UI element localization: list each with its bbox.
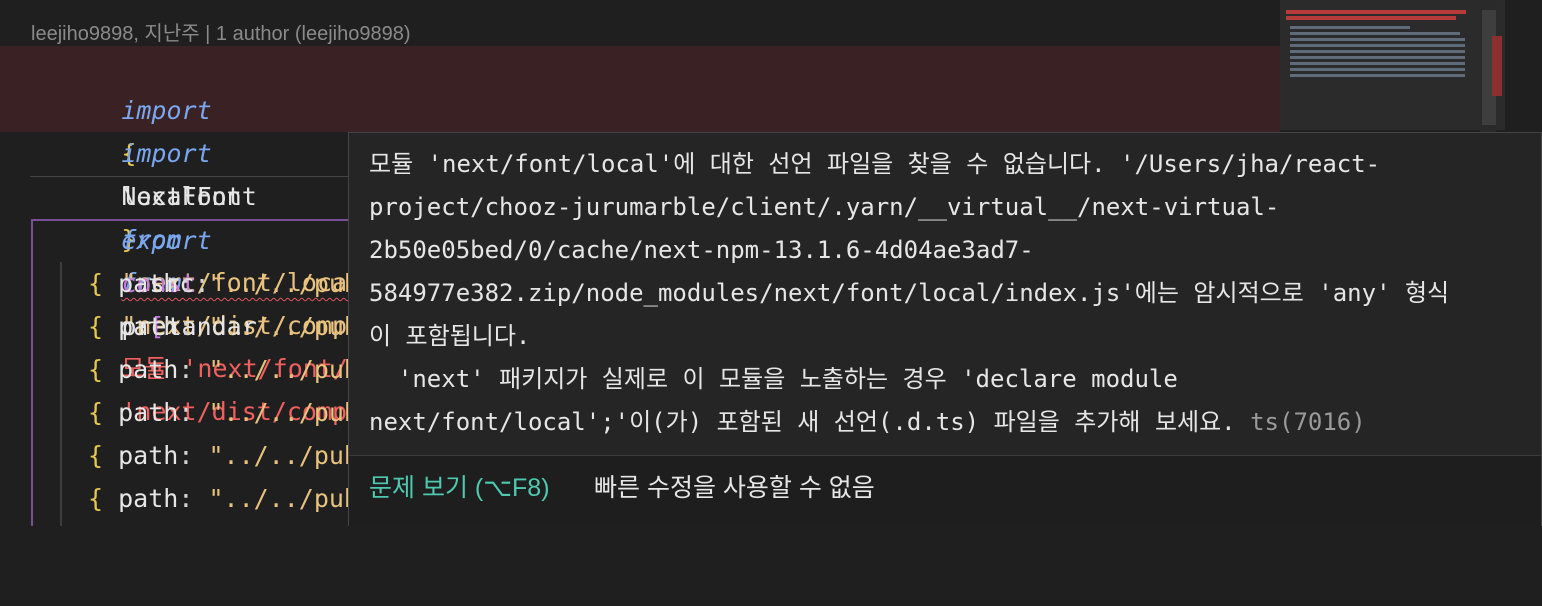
minimap-row (1290, 50, 1465, 53)
property-path: path (118, 269, 179, 298)
brace: { (88, 312, 104, 341)
brace: { (88, 269, 104, 298)
hover-message-line: 이 포함됩니다. (369, 322, 531, 350)
property-path: path (118, 484, 179, 513)
path-string: "../../pub (208, 312, 359, 341)
hover-message-line: 2b50e05bed/0/cache/next-npm-13.1.6-4d04a… (369, 236, 1034, 264)
path-string: "../../pub (208, 441, 359, 470)
ts-error-code: ts(7016) (1250, 408, 1366, 436)
code-line-5[interactable]: src: [ (0, 219, 209, 341)
property-path: path (118, 398, 179, 427)
minimap-row (1290, 62, 1465, 65)
hover-message: 모듈 'next/font/local'에 대한 선언 파일을 찾을 수 없습니… (369, 143, 1529, 444)
colon: : (178, 355, 194, 384)
minimap-row (1290, 38, 1465, 41)
colon: : (178, 269, 194, 298)
path-string: "../../pub (208, 355, 359, 384)
code-line-path[interactable]: { path: "../../pub (0, 434, 359, 477)
brace: { (88, 441, 104, 470)
brace: { (88, 355, 104, 384)
path-string: "../../pub (208, 484, 359, 513)
error-hover-popup: 모듈 'next/font/local'에 대한 선언 파일을 찾을 수 없습니… (348, 132, 1542, 526)
minimap-row (1290, 44, 1465, 47)
code-line-path[interactable]: { path: "../../pub (0, 477, 359, 520)
minimap-error-row (1286, 16, 1456, 20)
hover-message-line: project/chooz-jurumarble/client/.yarn/__… (369, 193, 1280, 221)
hover-message-text: next/font/local';'이(가) 포함된 새 선언(.d.ts) 파… (369, 408, 1251, 436)
colon: : (178, 398, 194, 427)
brace: { (88, 398, 104, 427)
code-line-path[interactable]: { path: "../../pub (0, 391, 359, 434)
path-string: "../../pub (208, 269, 359, 298)
code-line-1[interactable]: import { NextFont } from "next/dist/comp… (0, 46, 603, 426)
hover-status-bar: 문제 보기 (⌥F8) 빠른 수정을 사용할 수 없음 (349, 455, 1541, 526)
path-string: "../../pub (208, 398, 359, 427)
colon: : (178, 484, 194, 513)
minimap-row (1290, 26, 1410, 29)
code-line-path[interactable]: { path: "../../pub (0, 305, 359, 348)
no-quick-fix-label: 빠른 수정을 사용할 수 없음 (594, 474, 875, 502)
keyword-import: import (121, 139, 212, 168)
view-problem-link[interactable]: 문제 보기 (⌥F8) (369, 468, 550, 504)
hover-message-line: 모듈 'next/font/local'에 대한 선언 파일을 찾을 수 없습니… (369, 150, 1381, 178)
minimap-row (1290, 68, 1465, 71)
minimap-row (1290, 56, 1465, 59)
hover-message-line: 'next' 패키지가 실제로 이 모듈을 노출하는 경우 'declare m… (369, 365, 1178, 393)
scrollbar-error-marker (1492, 36, 1502, 96)
brace: { (88, 484, 104, 513)
colon: : (178, 312, 194, 341)
hover-message-line: next/font/local';'이(가) 포함된 새 선언(.d.ts) 파… (369, 401, 1529, 444)
minimap-row (1290, 74, 1465, 77)
property-path: path (118, 441, 179, 470)
property-path: path (118, 312, 179, 341)
code-line-path[interactable]: { path: "../../pub (0, 348, 359, 391)
code-line-4[interactable]: export const pretandar (0, 176, 256, 341)
minimap-error-row (1286, 10, 1466, 14)
property-path: path (118, 355, 179, 384)
code-line-path[interactable]: { path: "../../pub (0, 262, 359, 305)
code-line-2[interactable]: import localFont from "next/font/local";… (0, 89, 705, 383)
colon: : (178, 441, 194, 470)
hover-message-line: 584977e382.zip/node_modules/next/font/lo… (369, 279, 1450, 307)
minimap-row (1290, 32, 1460, 35)
git-blame-annotation: leejiho9898, 지난주 | 1 author (leejiho9898… (31, 23, 411, 45)
